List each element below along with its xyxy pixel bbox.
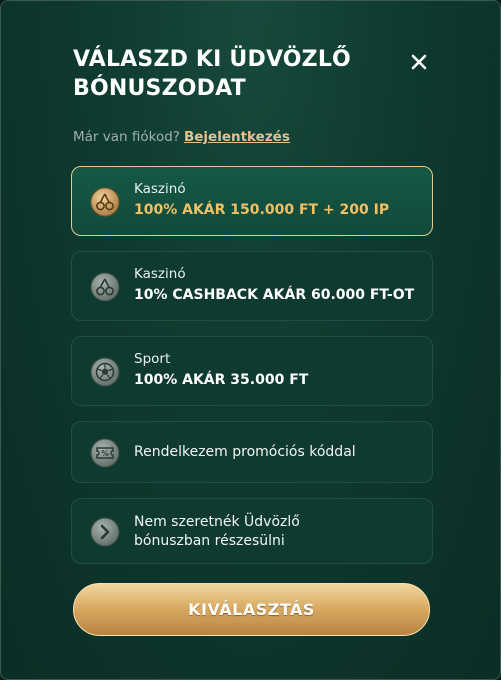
- modal-title: VÁLASZD KI ÜDVÖZLŐ BÓNUSZODAT: [73, 45, 403, 103]
- close-button[interactable]: [406, 49, 432, 75]
- option-value: 100% AKÁR 150.000 FT + 200 IP: [134, 202, 390, 218]
- bonus-option-casino-cashback[interactable]: Kaszinó 10% CASHBACK AKÁR 60.000 FT-OT: [71, 251, 433, 321]
- bonus-option-casino-150k[interactable]: Kaszinó 100% AKÁR 150.000 FT + 200 IP: [71, 166, 433, 236]
- option-label: Nem szeretnék Üdvözlő bónuszban részesül…: [134, 514, 300, 549]
- option-category: Kaszinó: [134, 266, 186, 282]
- select-button[interactable]: KIVÁLASZTÁS: [73, 583, 430, 636]
- option-value: 100% AKÁR 35.000 FT: [134, 372, 309, 388]
- login-link[interactable]: Bejelentkezés: [184, 129, 290, 145]
- option-value: 10% CASHBACK AKÁR 60.000 FT-OT: [134, 287, 415, 303]
- cherries-icon: [90, 187, 120, 217]
- login-prompt: Már van fiókod? Bejelentkezés: [73, 129, 290, 145]
- modal-title-line2: BÓNUSZODAT: [73, 76, 246, 101]
- bonus-option-decline[interactable]: Nem szeretnék Üdvözlő bónuszban részesül…: [71, 498, 433, 564]
- promo-code-ticket-icon: %: [90, 438, 120, 468]
- option-category: Kaszinó: [134, 181, 186, 197]
- chevron-right-icon: [90, 517, 120, 547]
- close-icon: [411, 54, 427, 70]
- option-category: Sport: [134, 351, 171, 367]
- soccer-ball-icon: [90, 357, 120, 387]
- option-label: Rendelkezem promóciós kóddal: [134, 444, 356, 460]
- modal-title-line1: VÁLASZD KI ÜDVÖZLŐ: [73, 47, 351, 72]
- login-prompt-text: Már van fiókod?: [73, 129, 180, 145]
- cherries-icon: [90, 272, 120, 302]
- bonus-option-promo-code[interactable]: % Rendelkezem promóciós kóddal: [71, 421, 433, 483]
- welcome-bonus-modal: VÁLASZD KI ÜDVÖZLŐ BÓNUSZODAT Már van fi…: [0, 0, 501, 680]
- svg-text:%: %: [101, 449, 109, 458]
- bonus-option-sport[interactable]: Sport 100% AKÁR 35.000 FT: [71, 336, 433, 406]
